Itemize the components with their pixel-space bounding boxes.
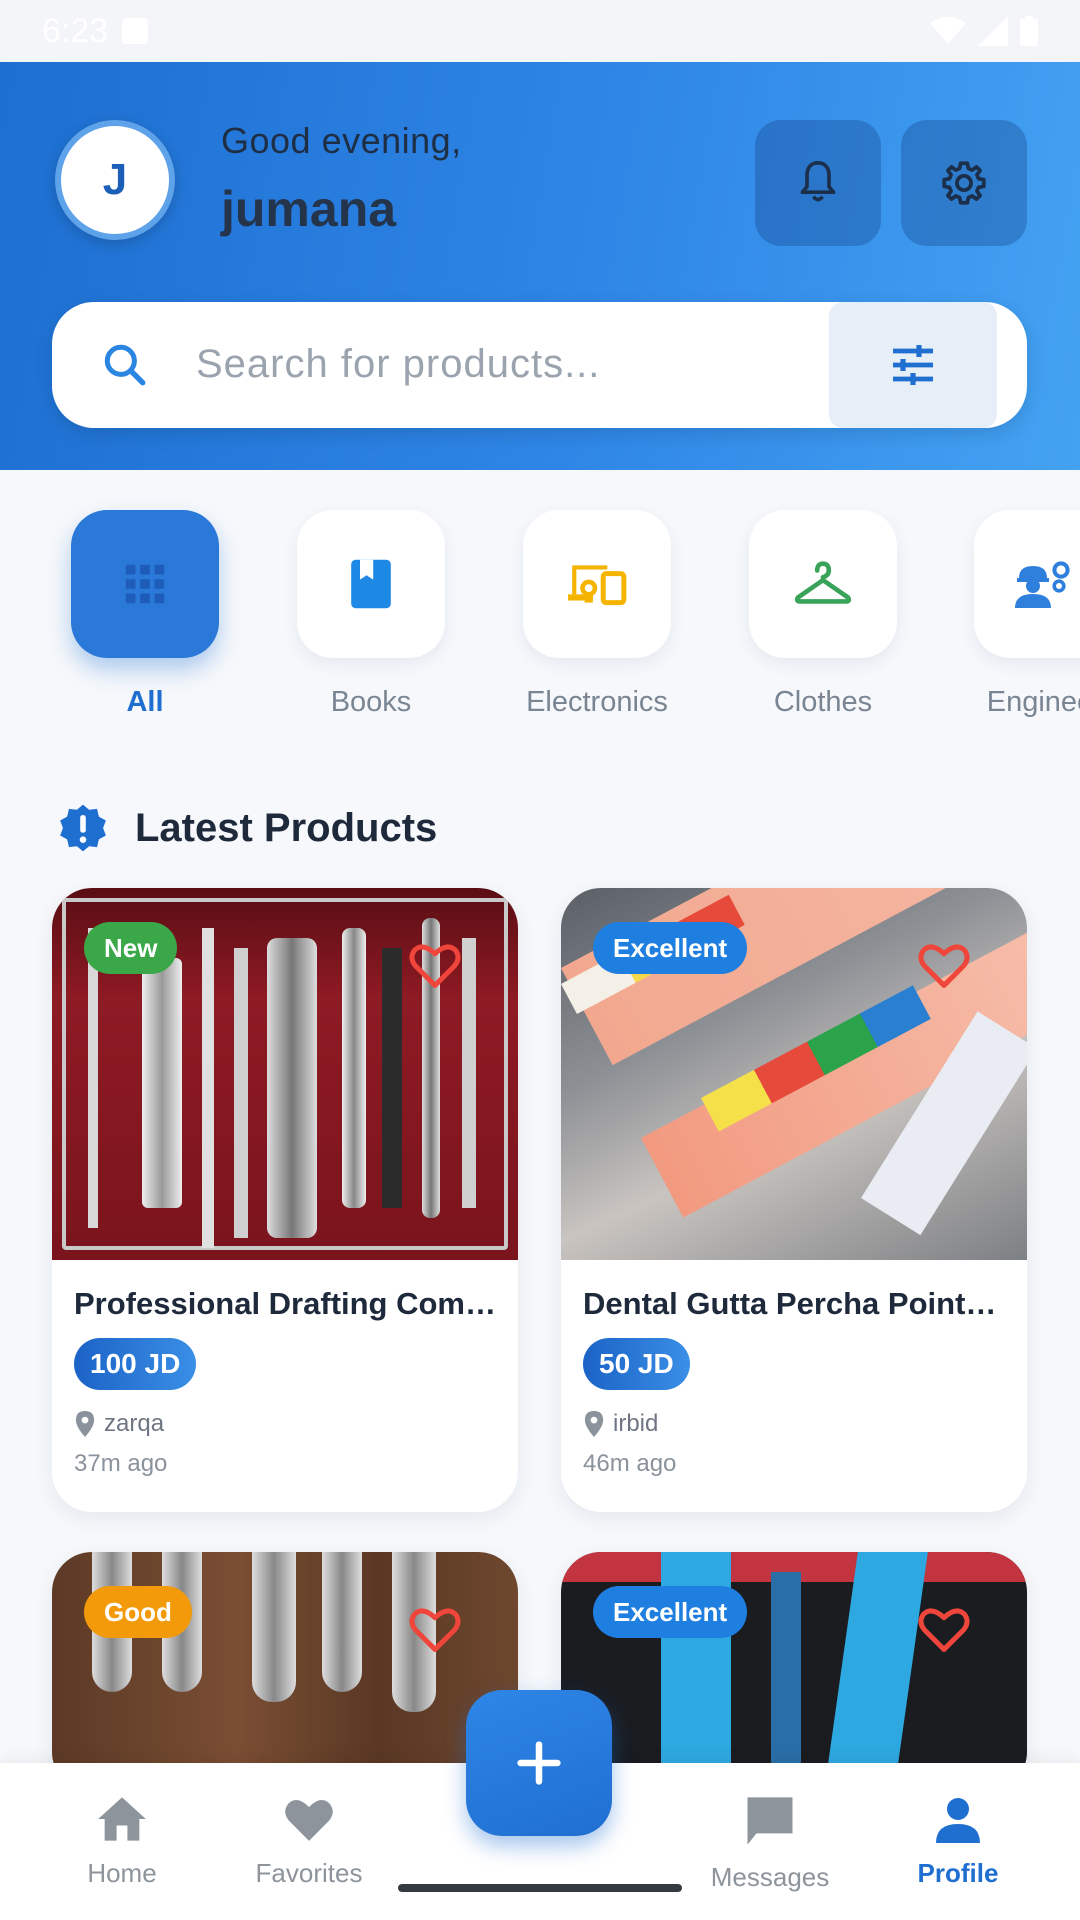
person-icon <box>936 1798 980 1843</box>
filter-button[interactable] <box>829 302 997 428</box>
home-indicator[interactable] <box>398 1884 682 1892</box>
notifications-button[interactable] <box>755 120 881 246</box>
engineer-icon <box>1015 561 1070 608</box>
category-label: All <box>126 686 164 718</box>
location-text: irbid <box>613 1410 659 1437</box>
favorite-heart-icon[interactable] <box>407 1604 463 1654</box>
book-icon <box>351 559 391 609</box>
status-bar: 6:23 <box>0 0 1080 62</box>
category-tile[interactable] <box>749 510 897 658</box>
product-card[interactable]: Good <box>52 1552 518 1792</box>
product-location: irbid <box>583 1410 1005 1438</box>
header: J Good evening, jumana Search for produc… <box>0 62 1080 470</box>
search-input[interactable]: Search for products... <box>196 342 600 387</box>
product-image[interactable]: Excellent <box>561 1552 1027 1792</box>
posted-time: 46m ago <box>583 1450 677 1477</box>
category-tile[interactable] <box>523 510 671 658</box>
location-pin-icon <box>584 1411 604 1437</box>
section-header: Latest Products <box>55 800 437 856</box>
condition-badge: Excellent <box>593 922 748 974</box>
status-icons <box>930 16 1038 46</box>
notification-icon <box>122 18 149 44</box>
grid-icon <box>125 564 165 604</box>
greeting-text: Good evening, <box>221 120 462 161</box>
category-all[interactable]: All <box>71 510 219 719</box>
devices-icon <box>568 565 627 606</box>
category-clothes[interactable]: Clothes <box>749 510 897 719</box>
nav-label: Favorites <box>255 1858 363 1888</box>
battery-icon <box>1020 16 1038 46</box>
condition-badge: Excellent <box>593 1586 748 1638</box>
posted-time: 37m ago <box>74 1450 168 1477</box>
category-label: Books <box>330 686 412 718</box>
chat-icon <box>747 1797 793 1845</box>
product-image[interactable]: Good <box>52 1552 518 1792</box>
product-info: Dental Gutta Percha Points… 50 JD irbid … <box>561 1260 1027 1512</box>
product-card[interactable]: Excellent <box>561 1552 1027 1792</box>
sliders-icon <box>893 345 933 385</box>
location-text: zarqa <box>104 1410 165 1437</box>
section-title: Latest Products <box>135 805 438 850</box>
username: jumana <box>221 181 397 237</box>
product-title: Dental Gutta Percha Points… <box>583 1286 1005 1321</box>
heart-icon <box>285 1800 333 1841</box>
favorite-heart-icon[interactable] <box>407 940 463 990</box>
nav-home[interactable]: Home <box>47 1795 197 1889</box>
bell-icon <box>800 160 836 202</box>
nav-profile[interactable]: Profile <box>883 1795 1033 1889</box>
condition-badge: Good <box>84 1586 192 1638</box>
nav-messages[interactable]: Messages <box>695 1795 845 1893</box>
search-icon <box>104 344 146 386</box>
signal-icon <box>978 16 1008 46</box>
hanger-icon <box>794 561 852 604</box>
favorite-heart-icon[interactable] <box>916 1604 972 1654</box>
category-electronics[interactable]: Electronics <box>523 510 671 719</box>
nav-label: Home <box>87 1858 157 1888</box>
category-tile[interactable] <box>297 510 445 658</box>
condition-badge: New <box>84 922 178 974</box>
category-label: Engineeri <box>986 686 1080 718</box>
nav-favorites[interactable]: Favorites <box>234 1795 384 1889</box>
gear-icon <box>942 161 986 205</box>
product-location: zarqa <box>74 1410 496 1438</box>
category-label: Clothes <box>773 686 873 718</box>
wifi-icon <box>930 17 966 44</box>
product-image[interactable]: New <box>52 888 518 1260</box>
plus-icon <box>517 1741 561 1785</box>
product-title: Professional Drafting Com… <box>74 1286 496 1321</box>
price-tag: 50 JD <box>583 1338 690 1390</box>
category-tile[interactable] <box>71 510 219 658</box>
category-label: Electronics <box>526 686 668 718</box>
price-tag: 100 JD <box>74 1338 197 1390</box>
avatar[interactable]: J <box>55 120 175 240</box>
category-list: All Books Electronics Clothes Engine <box>0 510 1080 730</box>
product-image[interactable]: Excellent <box>561 888 1027 1260</box>
product-card[interactable]: Excellent Dental Gutta Percha Points… 50… <box>561 888 1027 1512</box>
nav-label: Messages <box>710 1862 830 1892</box>
clock-text: 6:23 <box>42 11 109 50</box>
category-engineering[interactable]: Engineeri <box>974 510 1080 719</box>
category-books[interactable]: Books <box>297 510 445 719</box>
nav-label: Profile <box>917 1858 999 1888</box>
location-pin-icon <box>75 1411 95 1437</box>
new-release-icon <box>60 804 106 852</box>
settings-button[interactable] <box>901 120 1027 246</box>
product-info: Professional Drafting Com… 100 JD zarqa … <box>52 1260 518 1512</box>
home-icon <box>98 1797 146 1841</box>
category-tile[interactable] <box>974 510 1080 658</box>
status-time: 6:23 <box>42 11 149 51</box>
favorite-heart-icon[interactable] <box>916 940 972 990</box>
search-bar[interactable]: Search for products... <box>52 302 1027 428</box>
product-card[interactable]: New Professional Drafting Com… 100 JD za… <box>52 888 518 1512</box>
add-product-button[interactable] <box>466 1690 612 1836</box>
